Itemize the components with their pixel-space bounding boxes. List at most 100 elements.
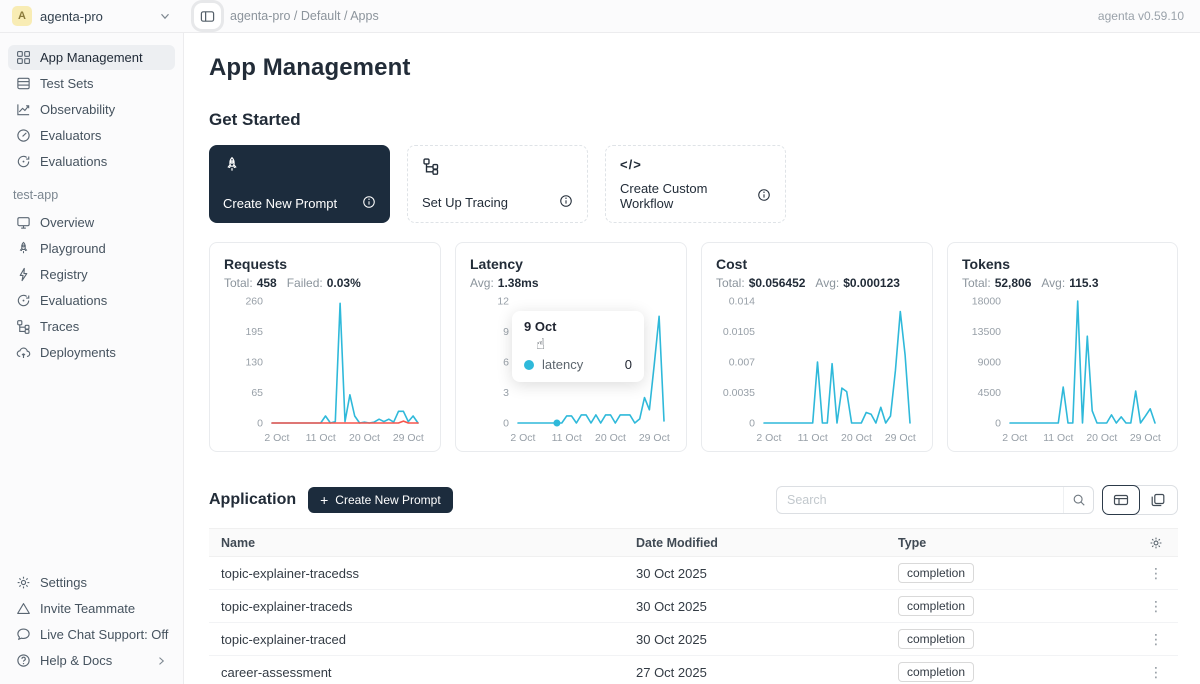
- sidebar-item-label: Invite Teammate: [40, 601, 135, 616]
- sidebar-item-observability[interactable]: Observability: [8, 97, 175, 122]
- sidebar-collapse-icon: [200, 9, 215, 24]
- svg-text:3: 3: [503, 387, 509, 399]
- breadcrumb[interactable]: agenta-pro / Default / Apps: [230, 9, 379, 23]
- sidebar-item-deployments[interactable]: Deployments: [8, 340, 175, 365]
- version-label: agenta v0.59.10: [1098, 9, 1200, 23]
- view-toggle: [1102, 485, 1178, 515]
- tooltip-value: 0: [625, 357, 632, 372]
- series-dot: [524, 360, 534, 370]
- chart-title: Tokens: [962, 256, 1163, 272]
- row-menu-button[interactable]: ⋮: [1143, 598, 1169, 615]
- table-row[interactable]: topic-explainer-traceds 30 Oct 2025 comp…: [209, 590, 1178, 623]
- svg-text:18000: 18000: [972, 296, 1001, 308]
- table-row[interactable]: career-assessment 27 Oct 2025 completion…: [209, 656, 1178, 684]
- svg-text:0: 0: [749, 418, 755, 430]
- tokens-chart-plot[interactable]: 18000135009000450002 Oct11 Oct20 Oct29 O…: [962, 295, 1163, 445]
- row-menu-button[interactable]: ⋮: [1143, 664, 1169, 681]
- svg-text:20 Oct: 20 Oct: [841, 432, 872, 444]
- search-box: [776, 486, 1094, 514]
- sidebar-item-label: Playground: [40, 241, 106, 256]
- sidebar-item-evaluations-app[interactable]: Evaluations: [8, 288, 175, 313]
- sidebar-item-label: Evaluations: [40, 293, 107, 308]
- sidebar-item-label: Traces: [40, 319, 79, 334]
- sidebar-item-app-management[interactable]: App Management: [8, 45, 175, 70]
- app-date: 30 Oct 2025: [624, 599, 886, 614]
- info-icon[interactable]: [362, 195, 376, 212]
- table-settings-gear-icon[interactable]: [1149, 536, 1163, 550]
- search-input[interactable]: [777, 493, 1063, 507]
- sidebar: App Management Test Sets Observability E…: [0, 33, 184, 684]
- sidebar-item-label: Deployments: [40, 345, 116, 360]
- workspace-selector[interactable]: A agenta-pro: [0, 6, 184, 26]
- svg-text:29 Oct: 29 Oct: [1130, 432, 1161, 444]
- svg-text:0.0105: 0.0105: [723, 326, 755, 338]
- create-new-prompt-button[interactable]: + Create New Prompt: [308, 487, 453, 513]
- sidebar-item-traces[interactable]: Traces: [8, 314, 175, 339]
- cost-chart-card: Cost Total:$0.056452 Avg:$0.000123 0.014…: [701, 242, 933, 452]
- search-icon[interactable]: [1063, 487, 1093, 513]
- tokens-chart-card: Tokens Total:52,806 Avg:115.3 1800013500…: [947, 242, 1178, 452]
- requests-chart-plot[interactable]: 2601951306502 Oct11 Oct20 Oct29 Oct: [224, 295, 426, 445]
- sidebar-item-test-sets[interactable]: Test Sets: [8, 71, 175, 96]
- sidebar-item-playground[interactable]: Playground: [8, 236, 175, 261]
- sidebar-item-evaluations[interactable]: Evaluations: [8, 149, 175, 174]
- svg-text:13500: 13500: [972, 326, 1001, 338]
- sidebar-item-live-chat[interactable]: Live Chat Support: Off: [8, 622, 175, 647]
- svg-text:0: 0: [503, 418, 509, 430]
- sidebar-bottom: Settings Invite Teammate Live Chat Suppo…: [8, 570, 175, 674]
- sidebar-item-evaluators[interactable]: Evaluators: [8, 123, 175, 148]
- table-row[interactable]: topic-explainer-traced 30 Oct 2025 compl…: [209, 623, 1178, 656]
- card-label: Create New Prompt: [223, 196, 337, 211]
- table-row[interactable]: topic-explainer-tracedss 30 Oct 2025 com…: [209, 557, 1178, 590]
- refresh-circle-icon: [16, 293, 31, 308]
- gauge-icon: [16, 128, 31, 143]
- table-icon: [16, 76, 31, 91]
- sidebar-item-invite-teammate[interactable]: Invite Teammate: [8, 596, 175, 621]
- create-new-prompt-card[interactable]: Create New Prompt: [209, 145, 390, 223]
- app-name: career-assessment: [209, 665, 624, 680]
- sidebar-item-label: Observability: [40, 102, 115, 117]
- create-custom-workflow-card[interactable]: </> Create Custom Workflow: [605, 145, 786, 223]
- application-header: Application + Create New Prompt: [209, 485, 1178, 515]
- table-view-button[interactable]: [1102, 485, 1140, 515]
- card-view-button[interactable]: [1139, 486, 1177, 514]
- table-header: Name Date Modified Type: [209, 528, 1178, 557]
- svg-text:260: 260: [245, 296, 263, 308]
- info-icon[interactable]: [559, 194, 573, 211]
- sidebar-item-label: Help & Docs: [40, 653, 112, 668]
- get-started-cards: Create New Prompt Set Up Tracing </> Cre…: [209, 145, 1178, 223]
- sidebar-item-registry[interactable]: Registry: [8, 262, 175, 287]
- svg-text:0.0035: 0.0035: [723, 387, 755, 399]
- svg-text:29 Oct: 29 Oct: [885, 432, 916, 444]
- set-up-tracing-card[interactable]: Set Up Tracing: [407, 145, 588, 223]
- column-header-date-modified[interactable]: Date Modified: [624, 536, 886, 550]
- rocket-icon: [223, 156, 376, 174]
- sidebar-item-help-docs[interactable]: Help & Docs: [8, 648, 175, 673]
- workspace-avatar: A: [12, 6, 32, 26]
- sidebar-collapse-button[interactable]: [194, 3, 221, 29]
- info-icon[interactable]: [757, 188, 771, 205]
- trace-tree-icon: [16, 319, 31, 334]
- sidebar-item-overview[interactable]: Overview: [8, 210, 175, 235]
- cost-chart-plot[interactable]: 0.0140.01050.0070.003502 Oct11 Oct20 Oct…: [716, 295, 918, 445]
- chart-stats: Total:458 Failed:0.03%: [224, 276, 426, 290]
- svg-text:6: 6: [503, 357, 509, 369]
- sidebar-item-settings[interactable]: Settings: [8, 570, 175, 595]
- triangle-icon: [16, 601, 31, 616]
- sidebar-item-label: Settings: [40, 575, 87, 590]
- sidebar-item-label: Test Sets: [40, 76, 93, 91]
- code-icon: </>: [620, 157, 771, 172]
- row-menu-button[interactable]: ⋮: [1143, 631, 1169, 648]
- row-menu-button[interactable]: ⋮: [1143, 565, 1169, 582]
- svg-text:130: 130: [245, 357, 263, 369]
- column-header-type[interactable]: Type: [886, 536, 1134, 550]
- get-started-title: Get Started: [209, 110, 1178, 130]
- app-date: 30 Oct 2025: [624, 632, 886, 647]
- svg-text:12: 12: [497, 296, 509, 308]
- column-header-name[interactable]: Name: [209, 536, 624, 550]
- svg-text:0.007: 0.007: [729, 357, 755, 369]
- main-content: App Management Get Started Create New Pr…: [185, 34, 1200, 684]
- metrics-charts: Requests Total:458 Failed:0.03% 26019513…: [209, 242, 1178, 452]
- sidebar-item-label: App Management: [40, 50, 143, 65]
- tooltip-date: 9 Oct: [524, 319, 632, 334]
